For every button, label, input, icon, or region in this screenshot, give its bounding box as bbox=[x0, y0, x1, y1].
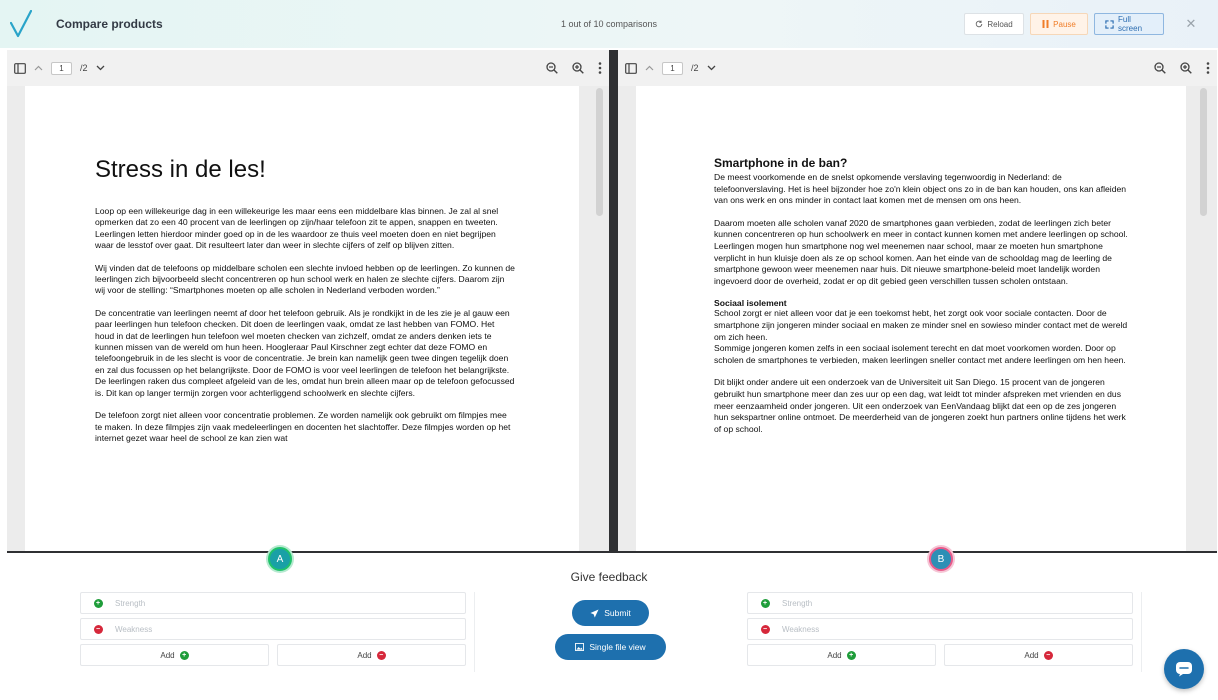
add-strength-button[interactable]: Add + bbox=[80, 644, 269, 666]
chevron-down-icon[interactable] bbox=[707, 65, 716, 71]
sidebar-toggle-icon[interactable] bbox=[625, 62, 637, 74]
weakness-input[interactable] bbox=[115, 624, 445, 634]
weakness-row: − bbox=[747, 618, 1133, 640]
strength-input[interactable] bbox=[115, 598, 445, 608]
paragraph: De telefoon zorgt niet alleen voor conce… bbox=[95, 410, 511, 443]
strength-row: + bbox=[80, 592, 466, 614]
more-options-icon[interactable] bbox=[598, 62, 602, 74]
fullscreen-label: Full screen bbox=[1118, 15, 1143, 33]
submit-label: Submit bbox=[604, 608, 631, 618]
add-label: Add bbox=[160, 650, 175, 660]
viewer-b-toolbar: 1 /2 bbox=[618, 50, 1217, 86]
close-button[interactable]: ✕ bbox=[1180, 16, 1202, 32]
zoom-out-icon[interactable] bbox=[1154, 62, 1166, 74]
product-b-badge: B bbox=[929, 547, 953, 571]
pause-label: Pause bbox=[1053, 19, 1076, 29]
chat-button[interactable] bbox=[1164, 649, 1204, 689]
divider bbox=[474, 592, 475, 672]
logo-icon bbox=[0, 0, 42, 48]
reload-label: Reload bbox=[987, 19, 1013, 29]
section-heading: Smartphone in de ban? bbox=[714, 156, 848, 170]
minus-icon: − bbox=[376, 650, 386, 660]
reload-icon bbox=[975, 20, 983, 28]
feedback-panel-b: + − Add + Add − bbox=[747, 592, 1133, 666]
add-label: Add bbox=[827, 650, 842, 660]
feedback-title: Give feedback bbox=[570, 570, 648, 584]
plus-icon: + bbox=[846, 650, 856, 660]
scrollbar[interactable] bbox=[1200, 88, 1207, 216]
pause-button[interactable]: Pause bbox=[1030, 13, 1088, 35]
add-label: Add bbox=[1024, 650, 1039, 660]
viewer-a-content[interactable]: Stress in de les! Loop op een willekeuri… bbox=[7, 86, 609, 551]
app-title: Compare products bbox=[56, 17, 163, 31]
page-up-icon[interactable] bbox=[34, 65, 43, 71]
document-viewers: 1 /2 Stress in de les! Loop op een wille… bbox=[7, 50, 1217, 553]
minus-icon: − bbox=[1043, 650, 1053, 660]
plus-icon: + bbox=[93, 598, 103, 608]
chat-icon bbox=[1175, 661, 1193, 677]
single-file-view-button[interactable]: Single file view bbox=[555, 634, 666, 660]
add-weakness-button[interactable]: Add − bbox=[944, 644, 1133, 666]
paragraph: Wij vinden dat de telefoons op middelbar… bbox=[95, 262, 515, 296]
add-strength-button[interactable]: Add + bbox=[747, 644, 936, 666]
top-bar: Compare products 1 out of 10 comparisons… bbox=[0, 0, 1218, 48]
strength-input[interactable] bbox=[782, 598, 1112, 608]
single-file-view-label: Single file view bbox=[589, 642, 646, 652]
sidebar-toggle-icon[interactable] bbox=[14, 62, 26, 74]
paragraph: De concentratie van leerlingen neemt af … bbox=[95, 307, 515, 398]
product-a-badge: A bbox=[268, 547, 292, 571]
document-title: Stress in de les! bbox=[95, 156, 266, 183]
page-number-input[interactable]: 1 bbox=[662, 61, 683, 75]
zoom-in-icon[interactable] bbox=[572, 62, 584, 74]
submit-button[interactable]: Submit bbox=[572, 600, 649, 626]
weakness-input[interactable] bbox=[782, 624, 1112, 634]
page-up-icon[interactable] bbox=[645, 65, 654, 71]
strength-row: + bbox=[747, 592, 1133, 614]
section-heading: Sociaal isolement bbox=[714, 298, 787, 309]
page-total: /2 bbox=[691, 63, 699, 73]
scrollbar[interactable] bbox=[596, 88, 603, 216]
minus-icon: − bbox=[93, 624, 103, 634]
add-label: Add bbox=[357, 650, 372, 660]
weakness-row: − bbox=[80, 618, 466, 640]
feedback-panel-a: + − Add + Add − bbox=[80, 592, 466, 666]
fullscreen-button[interactable]: Full screen bbox=[1094, 13, 1164, 35]
paragraph: Loop op een willekeurige dag in een will… bbox=[95, 206, 499, 251]
paragraph: Daarom moeten alle scholen vanaf 2020 de… bbox=[714, 217, 1128, 286]
pdf-page: Stress in de les! Loop op een willekeuri… bbox=[25, 86, 579, 551]
minus-icon: − bbox=[760, 624, 770, 634]
zoom-in-icon[interactable] bbox=[1180, 62, 1192, 74]
pause-icon bbox=[1042, 20, 1049, 28]
image-icon bbox=[575, 643, 585, 651]
viewer-b-content[interactable]: Smartphone in de ban? De meest voorkomen… bbox=[618, 86, 1217, 551]
chevron-down-icon[interactable] bbox=[96, 65, 105, 71]
plus-icon: + bbox=[760, 598, 770, 608]
reload-button[interactable]: Reload bbox=[964, 13, 1024, 35]
send-icon bbox=[590, 608, 599, 618]
expand-icon bbox=[1105, 19, 1114, 29]
zoom-out-icon[interactable] bbox=[546, 62, 558, 74]
viewer-b: 1 /2 Smartphone in de ban? De meest voor… bbox=[618, 50, 1217, 551]
paragraph: Sommige jongeren komen zelfs in een soci… bbox=[714, 343, 1126, 365]
pdf-page: Smartphone in de ban? De meest voorkomen… bbox=[636, 86, 1186, 551]
page-total: /2 bbox=[80, 63, 88, 73]
viewer-a: 1 /2 Stress in de les! Loop op een wille… bbox=[7, 50, 609, 551]
add-weakness-button[interactable]: Add − bbox=[277, 644, 466, 666]
divider bbox=[1141, 592, 1142, 672]
viewer-a-toolbar: 1 /2 bbox=[7, 50, 609, 86]
plus-icon: + bbox=[179, 650, 189, 660]
more-options-icon[interactable] bbox=[1206, 62, 1210, 74]
paragraph: De meest voorkomende en de snelst opkome… bbox=[714, 172, 1127, 206]
paragraph: Dit blijkt onder andere uit een onderzoe… bbox=[714, 377, 1126, 434]
paragraph: School zorgt er niet alleen voor dat je … bbox=[714, 308, 1128, 342]
page-number-input[interactable]: 1 bbox=[51, 61, 72, 75]
